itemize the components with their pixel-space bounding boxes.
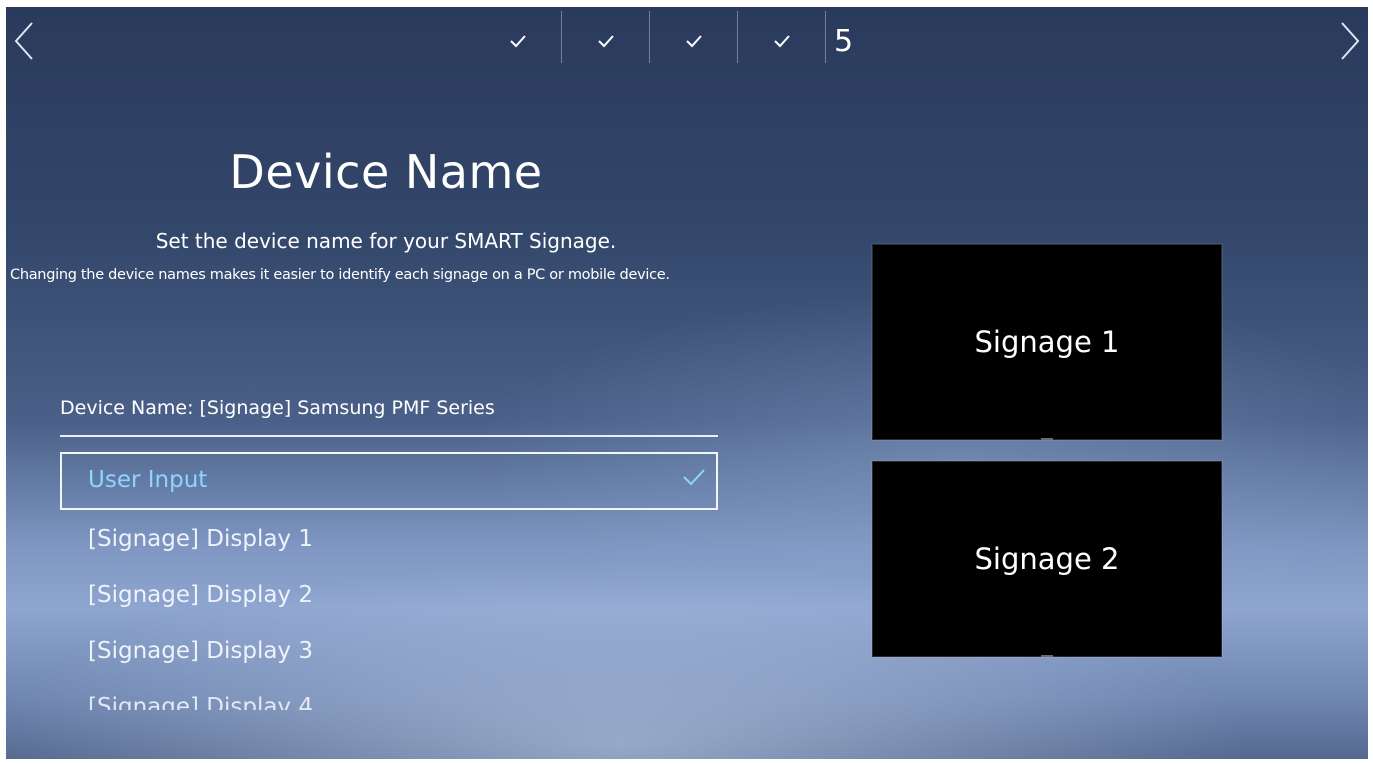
option-label: [Signage] Display 1 [88, 526, 313, 552]
checkmark-icon [686, 35, 702, 48]
checkmark-icon [774, 35, 790, 48]
current-step-number: 5 [834, 23, 854, 59]
display-stand-mark [1041, 438, 1053, 440]
signage-preview-1: Signage 1 [872, 244, 1222, 440]
option-display-4[interactable]: [Signage] Display 4 [60, 679, 718, 710]
option-label: [Signage] Display 2 [88, 582, 313, 608]
option-label: User Input [88, 467, 208, 493]
device-name-value: Device Name: [Signage] Samsung PMF Serie… [60, 397, 495, 419]
chevron-left-icon[interactable] [10, 21, 38, 61]
field-divider [60, 435, 718, 437]
option-display-2[interactable]: [Signage] Display 2 [60, 567, 718, 623]
option-label: [Signage] Display 4 [88, 694, 313, 710]
step-4-complete [738, 7, 826, 75]
page-description: Changing the device names makes it easie… [10, 267, 670, 283]
step-3-complete [650, 7, 738, 75]
selected-check-icon [683, 469, 705, 486]
setup-screen: 5 Device Name Set the device name for yo… [6, 7, 1368, 759]
option-display-3[interactable]: [Signage] Display 3 [60, 623, 718, 679]
preview-label: Signage 1 [974, 325, 1120, 359]
checkmark-icon [598, 35, 614, 48]
checkmark-icon [510, 35, 526, 48]
option-user-input[interactable]: User Input [60, 452, 718, 510]
page-subtitle: Set the device name for your SMART Signa… [155, 229, 617, 253]
step-2-complete [562, 7, 650, 75]
option-display-1[interactable]: [Signage] Display 1 [60, 511, 718, 567]
page-title: Device Name [229, 145, 543, 199]
device-name-options: User Input [Signage] Display 1 [Signage]… [60, 452, 718, 710]
preview-label: Signage 2 [974, 542, 1120, 576]
step-1-complete [474, 7, 562, 75]
option-label: [Signage] Display 3 [88, 638, 313, 664]
display-stand-mark [1041, 655, 1053, 657]
chevron-right-icon[interactable] [1336, 21, 1364, 61]
setup-progress: 5 [474, 7, 853, 75]
signage-preview-2: Signage 2 [872, 461, 1222, 657]
